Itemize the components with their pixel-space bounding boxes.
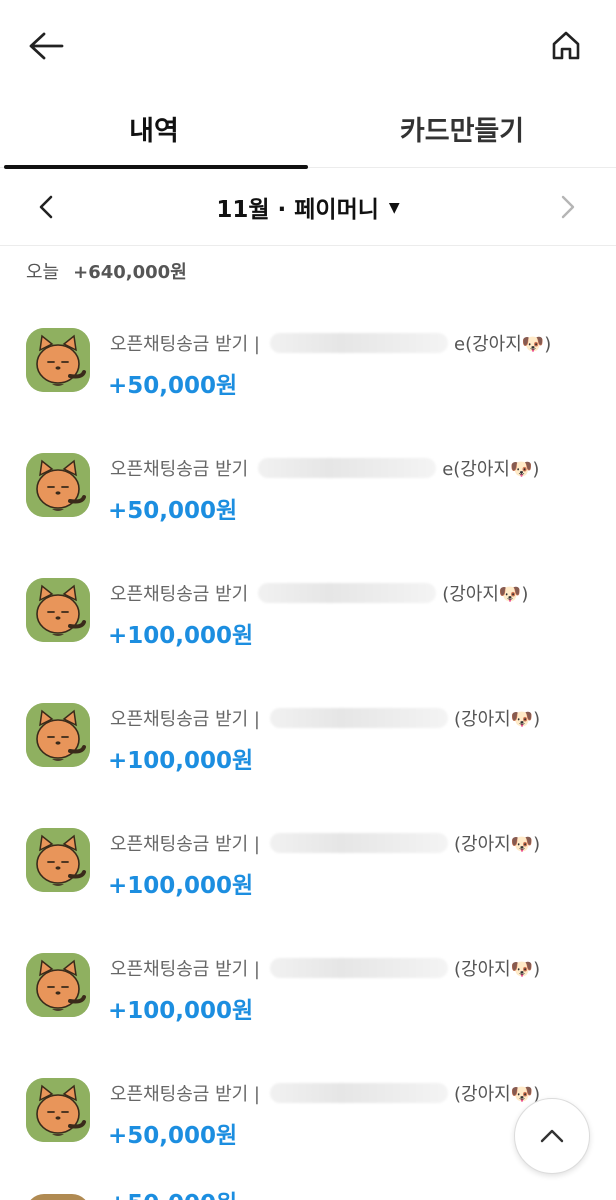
home-button[interactable] bbox=[544, 24, 588, 68]
list-item[interactable]: 오픈채팅송금 받기 e(강아지🐶) +50,000원 bbox=[0, 425, 616, 550]
chevron-right-icon bbox=[561, 195, 575, 219]
month-label[interactable]: 11월 · 페이머니 bbox=[216, 190, 379, 224]
redacted-nickname bbox=[270, 833, 448, 853]
chevron-up-icon bbox=[540, 1129, 564, 1143]
avatar bbox=[26, 453, 90, 517]
avatar bbox=[26, 828, 90, 892]
transaction-amount: +100,000원 bbox=[108, 873, 254, 899]
transaction-amount: +50,000원 bbox=[108, 373, 238, 399]
list-item[interactable]: 오픈채팅송금 받기 (강아지🐶) +100,000원 bbox=[0, 550, 616, 675]
back-button[interactable] bbox=[24, 24, 68, 68]
month-selector-bar: 11월 · 페이머니 ▼ bbox=[0, 168, 616, 246]
avatar bbox=[26, 1078, 90, 1142]
transaction-title: 오픈채팅송금 받기 | bbox=[110, 834, 260, 855]
transaction-title-line: 오픈채팅송금 받기 e(강아지🐶) bbox=[110, 455, 539, 481]
tab-make-card[interactable]: 카드만들기 bbox=[308, 90, 616, 167]
redacted-nickname bbox=[270, 1083, 448, 1103]
transaction-amount: +50,000원 bbox=[108, 1184, 237, 1200]
transaction-amount: +100,000원 bbox=[108, 748, 254, 774]
redacted-nickname bbox=[258, 583, 437, 603]
prev-month-button[interactable] bbox=[26, 185, 66, 229]
raccoon-character-icon bbox=[26, 828, 90, 892]
sender-nickname-tail: e(강아지🐶) bbox=[442, 459, 540, 480]
sender-nickname-tail: (강아지🐶) bbox=[442, 584, 529, 605]
list-item[interactable]: 오픈채팅송금 받기 | (강아지🐶) +100,000원 bbox=[0, 925, 616, 1050]
raccoon-character-icon bbox=[26, 1078, 90, 1142]
day-label: 오늘 bbox=[26, 262, 60, 283]
list-item[interactable]: 오픈채팅송금 받기 | (강아지🐶) +100,000원 bbox=[0, 675, 616, 800]
sender-nickname-tail: e(강아지🐶) bbox=[454, 334, 552, 355]
transaction-title: 오픈채팅송금 받기 | bbox=[110, 959, 260, 980]
avatar bbox=[26, 953, 90, 1017]
home-icon bbox=[552, 31, 580, 60]
transaction-title: 오픈채팅송금 받기 | bbox=[110, 709, 260, 730]
transaction-title: 오픈채팅송금 받기 bbox=[110, 584, 249, 605]
caret-down-icon[interactable]: ▼ bbox=[389, 200, 400, 216]
list-item[interactable]: 오픈채팅송금 받기 | e(강아지🐶) +50,000원 bbox=[0, 300, 616, 425]
avatar bbox=[26, 703, 90, 767]
raccoon-character-icon bbox=[26, 453, 90, 517]
list-item[interactable]: 오픈채팅송금 받기 | (강아지🐶) +100,000원 bbox=[0, 800, 616, 925]
redacted-nickname bbox=[258, 458, 437, 478]
scroll-to-top-button[interactable] bbox=[514, 1098, 590, 1174]
avatar bbox=[26, 328, 90, 392]
transaction-title-line: 오픈채팅송금 받기 | (강아지🐶) bbox=[110, 830, 540, 856]
redacted-nickname bbox=[270, 958, 448, 978]
list-item[interactable]: +50,000원 bbox=[0, 1180, 616, 1200]
transaction-title-line: 오픈채팅송금 받기 (강아지🐶) bbox=[110, 580, 528, 606]
sender-nickname-tail: (강아지🐶) bbox=[454, 1084, 541, 1105]
transaction-title-line: 오픈채팅송금 받기 | (강아지🐶) bbox=[110, 955, 540, 981]
chevron-left-icon bbox=[39, 195, 53, 219]
month-dropdown: 11월 · 페이머니 ▼ bbox=[0, 168, 616, 246]
top-bar bbox=[0, 0, 616, 90]
sender-nickname-tail: (강아지🐶) bbox=[454, 709, 541, 730]
tab-history-label: 내역 bbox=[129, 116, 179, 147]
raccoon-character-icon bbox=[26, 953, 90, 1017]
day-summary: 오늘 +640,000원 bbox=[26, 258, 187, 284]
day-total: +640,000원 bbox=[73, 262, 187, 283]
sender-nickname-tail: (강아지🐶) bbox=[454, 834, 541, 855]
redacted-nickname bbox=[270, 333, 448, 353]
transaction-amount: +50,000원 bbox=[108, 1123, 238, 1149]
transaction-title: 오픈채팅송금 받기 bbox=[110, 459, 249, 480]
tab-history[interactable]: 내역 bbox=[0, 90, 308, 169]
avatar bbox=[26, 1194, 90, 1200]
transaction-amount: +50,000원 bbox=[108, 498, 238, 524]
redacted-nickname bbox=[270, 708, 448, 728]
raccoon-character-icon bbox=[26, 328, 90, 392]
raccoon-character-icon bbox=[26, 578, 90, 642]
transaction-list: 오픈채팅송금 받기 | e(강아지🐶) +50,000원 오픈채팅송금 받기 e… bbox=[0, 300, 616, 1175]
transaction-amount: +100,000원 bbox=[108, 998, 254, 1024]
next-month-button[interactable] bbox=[548, 185, 588, 229]
transaction-title: 오픈채팅송금 받기 | bbox=[110, 1084, 260, 1105]
transaction-title-line: 오픈채팅송금 받기 | (강아지🐶) bbox=[110, 705, 540, 731]
tab-bar: 내역 카드만들기 bbox=[0, 90, 616, 169]
sender-nickname-tail: (강아지🐶) bbox=[454, 959, 541, 980]
tab-make-card-label: 카드만들기 bbox=[399, 116, 525, 147]
transaction-title-line: 오픈채팅송금 받기 | e(강아지🐶) bbox=[110, 330, 551, 356]
transaction-title-line: 오픈채팅송금 받기 | (강아지🐶) bbox=[110, 1080, 540, 1106]
raccoon-character-icon bbox=[26, 703, 90, 767]
arrow-left-icon bbox=[29, 32, 64, 60]
transaction-title: 오픈채팅송금 받기 | bbox=[110, 334, 260, 355]
avatar bbox=[26, 578, 90, 642]
transaction-amount: +100,000원 bbox=[108, 623, 254, 649]
